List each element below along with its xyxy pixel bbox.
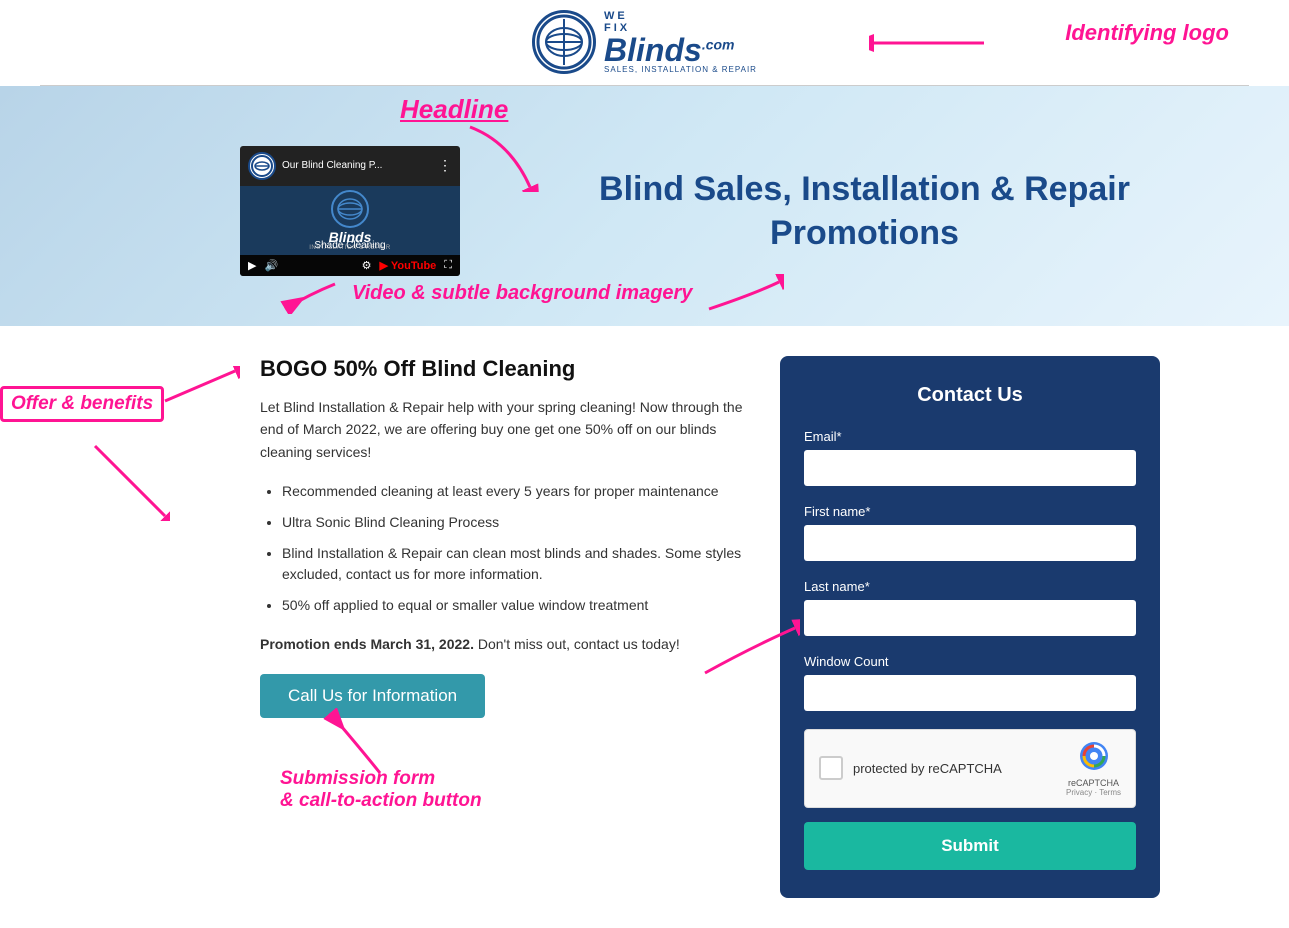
recaptcha-left: protected by reCAPTCHA <box>819 756 1002 780</box>
video-menu-icon[interactable]: ⋮ <box>438 157 452 174</box>
video-bg-arrow-right <box>704 274 784 314</box>
form-title: Contact Us <box>804 384 1136 407</box>
settings-icon[interactable]: ⚙ <box>362 259 372 272</box>
contact-form: Contact Us Email* First name* Last name*… <box>780 356 1160 898</box>
cta-arrow <box>320 708 400 778</box>
video-shade-text: Shade Cleaning <box>314 240 385 251</box>
offer-description: Let Blind Installation & Repair help wit… <box>260 396 750 463</box>
firstname-input[interactable] <box>804 525 1136 561</box>
hero-inner: Our Blind Cleaning P... ⋮ Blinds INSTALL… <box>0 106 1289 296</box>
hero-headline: Blind Sales, Installation & Repair Promo… <box>500 167 1229 255</box>
main-content: Offer & benefits BOGO 50% Off Blind Clea… <box>0 326 1289 928</box>
video-embed[interactable]: Our Blind Cleaning P... ⋮ Blinds INSTALL… <box>240 146 460 276</box>
recaptcha-links[interactable]: Privacy · Terms <box>1066 788 1121 797</box>
logo-we: WE <box>604 10 757 22</box>
submission-annotation-area: Submission form & call-to-action button <box>260 768 750 812</box>
firstname-label: First name* <box>804 504 1136 519</box>
bullet-1: Recommended cleaning at least every 5 ye… <box>282 481 750 502</box>
fullscreen-icon[interactable]: ⛶ <box>444 259 452 272</box>
offer-annotation-area: Offer & benefits <box>0 386 164 422</box>
logo-blinds: Blinds.com <box>604 34 757 66</box>
offer-bullets-list: Recommended cleaning at least every 5 ye… <box>260 481 750 616</box>
window-count-input[interactable] <box>804 675 1136 711</box>
headline-annotation-label: Headline <box>400 94 508 124</box>
bullet-2: Ultra Sonic Blind Cleaning Process <box>282 512 750 533</box>
promotion-note: Promotion ends March 31, 2022. Don't mis… <box>260 636 750 652</box>
bullet-4: 50% off applied to equal or smaller valu… <box>282 595 750 616</box>
logo-area: WE FIX Blinds.com SALES, INSTALLATION & … <box>532 10 757 75</box>
play-icon[interactable]: ▶ <box>248 259 256 272</box>
lastname-label: Last name* <box>804 579 1136 594</box>
email-field-group: Email* <box>804 429 1136 486</box>
headline-annotation-area: Headline <box>400 94 508 125</box>
bullet-3: Blind Installation & Repair can clean mo… <box>282 543 750 585</box>
video-bg-annotation-label: Video & subtle background imagery <box>352 282 692 305</box>
logo-sub: SALES, INSTALLATION & REPAIR <box>604 66 757 75</box>
offer-title: BOGO 50% Off Blind Cleaning <box>260 356 750 382</box>
window-count-field-group: Window Count <box>804 654 1136 711</box>
recaptcha-text: protected by reCAPTCHA <box>853 761 1002 776</box>
firstname-field-group: First name* <box>804 504 1136 561</box>
youtube-logo: ▶ YouTube <box>380 259 437 272</box>
hero-section: Headline Our Blind Cleaning P... <box>0 86 1289 326</box>
offer-arrow-top <box>160 366 240 406</box>
identifying-logo-label: Identifying logo <box>1065 20 1229 46</box>
offer-benefits-label: Offer & benefits <box>0 386 164 422</box>
email-label: Email* <box>804 429 1136 444</box>
video-bg-annotation-area: Video & subtle background imagery <box>280 274 784 314</box>
recaptcha-checkbox[interactable] <box>819 756 843 780</box>
volume-icon[interactable]: 🔊 <box>264 259 278 272</box>
header: WE FIX Blinds.com SALES, INSTALLATION & … <box>0 0 1289 85</box>
recaptcha-right: reCAPTCHA Privacy · Terms <box>1066 740 1121 797</box>
window-count-label: Window Count <box>804 654 1136 669</box>
form-arrow <box>700 618 800 678</box>
video-title: Our Blind Cleaning P... <box>282 160 432 171</box>
recaptcha-logo-icon <box>1078 740 1110 778</box>
identifying-logo-annotation-area: Identifying logo <box>1065 20 1229 46</box>
recaptcha-brand-label: reCAPTCHA <box>1068 778 1119 788</box>
logo-icon <box>532 10 596 74</box>
headline-arrow <box>460 122 540 192</box>
offer-arrow-bottom <box>90 441 170 521</box>
video-logo-small <box>248 152 276 180</box>
email-input[interactable] <box>804 450 1136 486</box>
hero-headline-block: Blind Sales, Installation & Repair Promo… <box>500 167 1229 255</box>
submit-button[interactable]: Submit <box>804 822 1136 870</box>
left-content: BOGO 50% Off Blind Cleaning Let Blind In… <box>260 356 750 898</box>
logo-arrow <box>869 28 989 58</box>
lastname-field-group: Last name* <box>804 579 1136 636</box>
video-bg-arrow-left <box>280 274 340 314</box>
logo-text-block: WE FIX Blinds.com SALES, INSTALLATION & … <box>604 10 757 75</box>
recaptcha-widget: protected by reCAPTCHA reCAPTCHA Privacy <box>804 729 1136 808</box>
lastname-input[interactable] <box>804 600 1136 636</box>
